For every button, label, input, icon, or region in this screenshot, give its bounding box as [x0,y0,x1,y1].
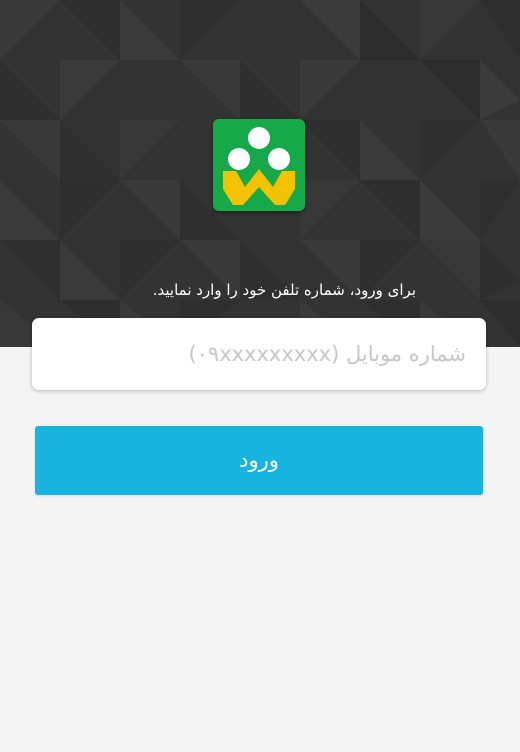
phone-number-input[interactable] [32,318,486,390]
header-banner: برای ورود، شماره تلفن خود را وارد نمایید… [0,0,520,347]
login-instruction-text: برای ورود، شماره تلفن خود را وارد نمایید… [152,281,416,299]
login-screen: برای ورود، شماره تلفن خود را وارد نمایید… [0,0,520,752]
login-button[interactable]: ورود [35,426,483,495]
app-logo-icon [213,119,305,211]
phone-input-card [32,318,486,390]
